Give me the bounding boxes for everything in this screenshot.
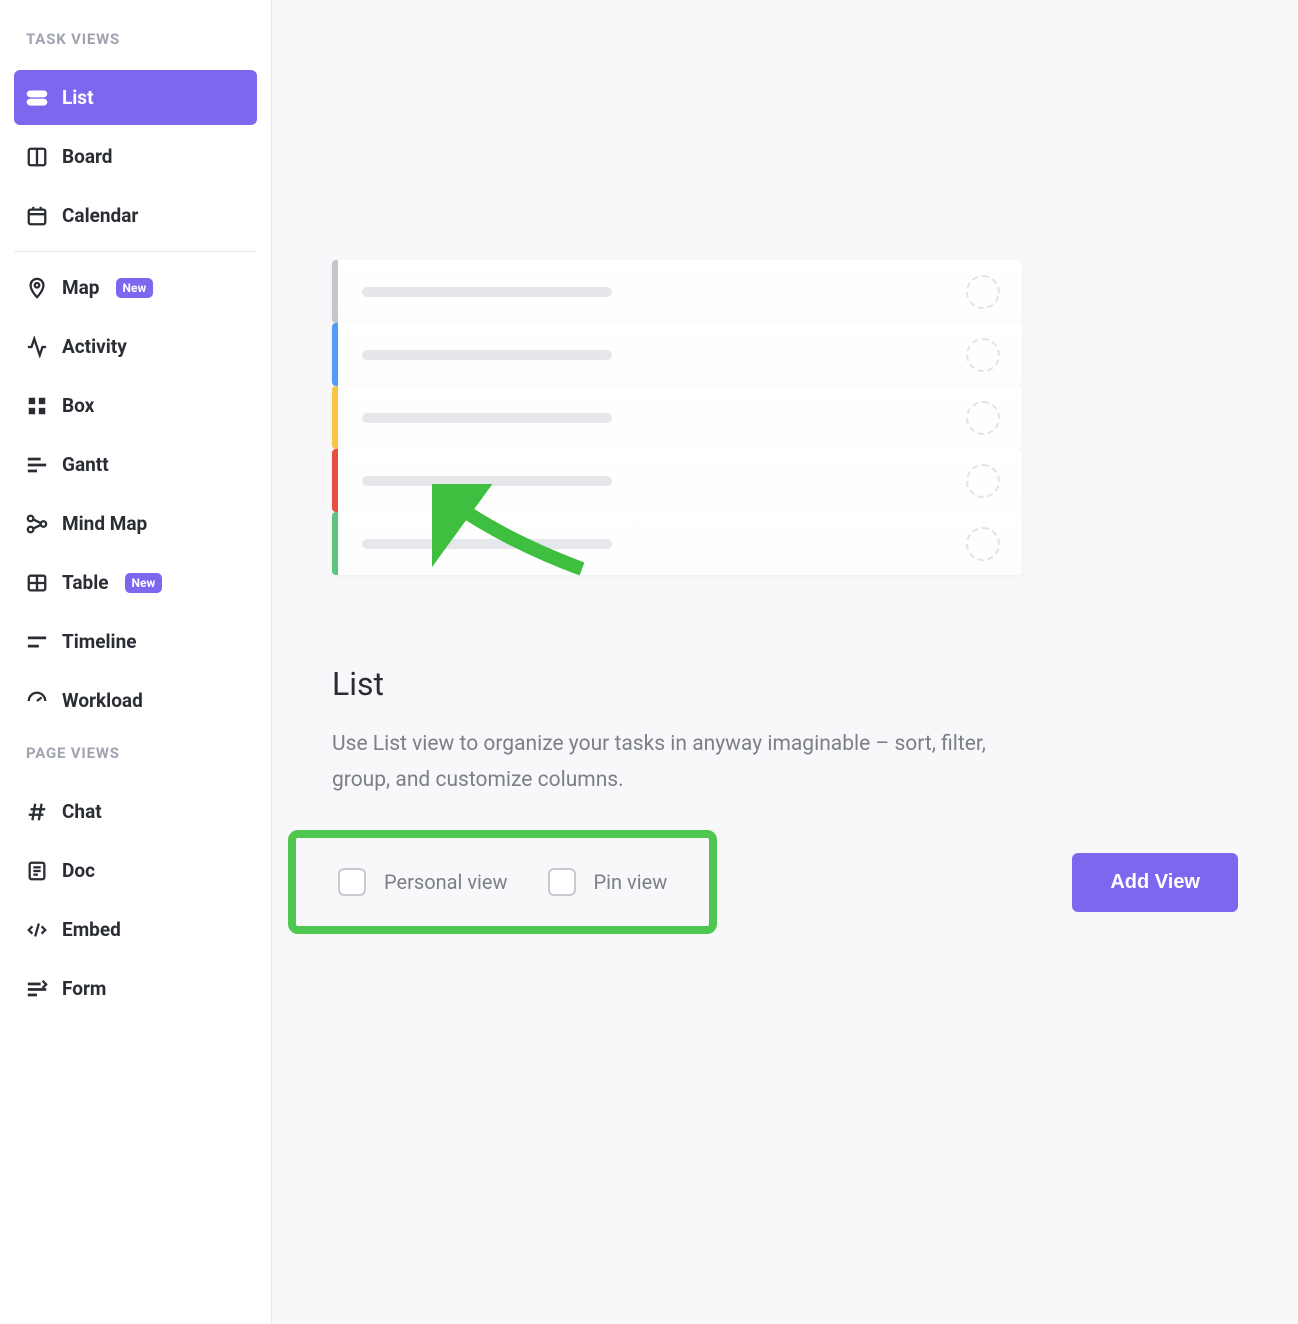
preview-row bbox=[332, 323, 1022, 386]
task-views-header: TASK VIEWS bbox=[14, 18, 257, 66]
new-badge: New bbox=[125, 573, 163, 593]
preview-row bbox=[332, 260, 1022, 323]
page-views-header: PAGE VIEWS bbox=[14, 732, 257, 780]
box-icon bbox=[26, 395, 48, 417]
hash-icon bbox=[26, 801, 48, 823]
preview-row bbox=[332, 512, 1022, 575]
sidebar-item-box[interactable]: Box bbox=[14, 378, 257, 433]
board-icon bbox=[26, 146, 48, 168]
bottom-row: Personal view Pin view Add View bbox=[332, 830, 1258, 934]
view-description: Use List view to organize your tasks in … bbox=[332, 727, 992, 798]
sidebar-item-label: Form bbox=[62, 977, 106, 1000]
sidebar-item-workload[interactable]: Workload bbox=[14, 673, 257, 728]
sidebar-item-chat[interactable]: Chat bbox=[14, 784, 257, 839]
list-icon bbox=[26, 87, 48, 109]
sidebar-item-label: Mind Map bbox=[62, 512, 147, 535]
sidebar-item-label: Embed bbox=[62, 918, 121, 941]
workload-icon bbox=[26, 690, 48, 712]
checkbox-box bbox=[338, 868, 366, 896]
sidebar-item-label: Gantt bbox=[62, 453, 109, 476]
sidebar-item-label: Chat bbox=[62, 800, 102, 823]
sidebar-item-gantt[interactable]: Gantt bbox=[14, 437, 257, 492]
sidebar-item-label: Workload bbox=[62, 689, 143, 712]
sidebar-item-timeline[interactable]: Timeline bbox=[14, 614, 257, 669]
sidebar-item-embed[interactable]: Embed bbox=[14, 902, 257, 957]
checkbox-label: Pin view bbox=[594, 870, 668, 894]
mindmap-icon bbox=[26, 513, 48, 535]
sidebar-item-doc[interactable]: Doc bbox=[14, 843, 257, 898]
sidebar-item-label: Map bbox=[62, 276, 100, 299]
main-panel: List Use List view to organize your task… bbox=[272, 0, 1298, 1324]
checkbox-label: Personal view bbox=[384, 870, 508, 894]
sidebar-item-label: Doc bbox=[62, 859, 95, 882]
personal-view-checkbox[interactable]: Personal view bbox=[338, 868, 508, 896]
list-preview bbox=[332, 260, 1022, 575]
new-badge: New bbox=[116, 278, 154, 298]
gantt-icon bbox=[26, 454, 48, 476]
pin-view-checkbox[interactable]: Pin view bbox=[548, 868, 668, 896]
sidebar-item-label: Box bbox=[62, 394, 94, 417]
divider bbox=[14, 251, 257, 252]
sidebar-item-label: List bbox=[62, 86, 94, 109]
calendar-icon bbox=[26, 205, 48, 227]
sidebar-item-label: Activity bbox=[62, 335, 127, 358]
sidebar: TASK VIEWS List Board Calendar bbox=[0, 0, 272, 1324]
doc-icon bbox=[26, 860, 48, 882]
embed-icon bbox=[26, 919, 48, 941]
form-icon bbox=[26, 978, 48, 1000]
sidebar-item-mindmap[interactable]: Mind Map bbox=[14, 496, 257, 551]
sidebar-item-form[interactable]: Form bbox=[14, 961, 257, 1016]
preview-row bbox=[332, 386, 1022, 449]
sidebar-item-label: Timeline bbox=[62, 630, 137, 653]
activity-icon bbox=[26, 336, 48, 358]
sidebar-item-activity[interactable]: Activity bbox=[14, 319, 257, 374]
sidebar-item-table[interactable]: Table New bbox=[14, 555, 257, 610]
sidebar-item-label: Board bbox=[62, 145, 113, 168]
sidebar-item-list[interactable]: List bbox=[14, 70, 257, 125]
add-view-button[interactable]: Add View bbox=[1072, 853, 1238, 912]
sidebar-item-label: Table bbox=[62, 571, 109, 594]
table-icon bbox=[26, 572, 48, 594]
sidebar-item-map[interactable]: Map New bbox=[14, 260, 257, 315]
checkbox-group-highlight: Personal view Pin view bbox=[288, 830, 717, 934]
sidebar-item-calendar[interactable]: Calendar bbox=[14, 188, 257, 243]
preview-row bbox=[332, 449, 1022, 512]
map-pin-icon bbox=[26, 277, 48, 299]
view-title: List bbox=[332, 665, 1258, 703]
sidebar-item-board[interactable]: Board bbox=[14, 129, 257, 184]
checkbox-box bbox=[548, 868, 576, 896]
sidebar-item-label: Calendar bbox=[62, 204, 138, 227]
timeline-icon bbox=[26, 631, 48, 653]
